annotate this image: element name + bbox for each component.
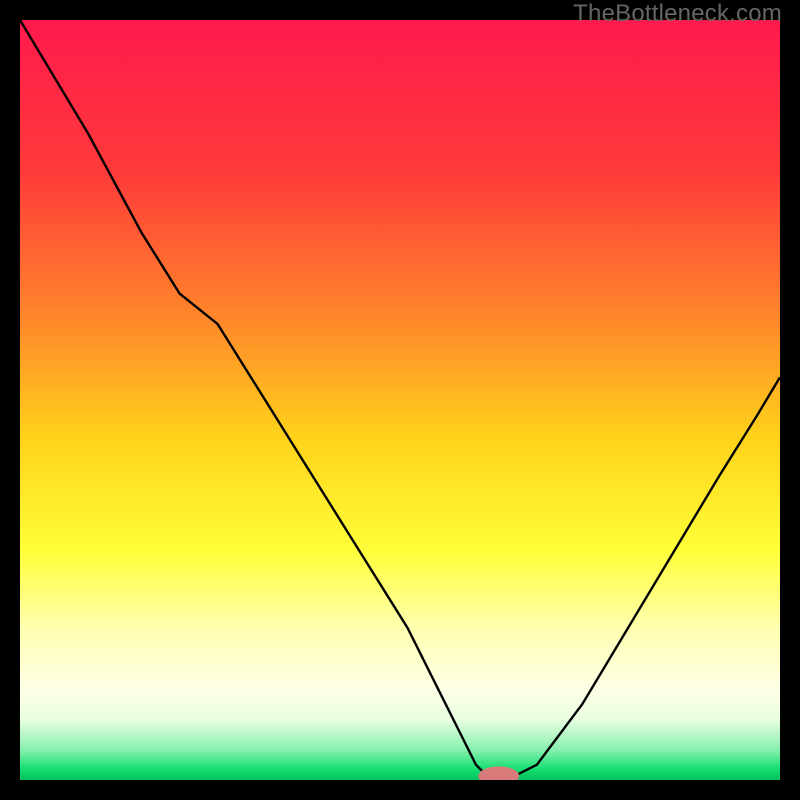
- plot-area: [20, 20, 780, 780]
- gradient-background: [20, 20, 780, 780]
- watermark-text: TheBottleneck.com: [573, 0, 782, 28]
- bottleneck-chart: [20, 20, 780, 780]
- chart-frame: TheBottleneck.com: [0, 0, 800, 800]
